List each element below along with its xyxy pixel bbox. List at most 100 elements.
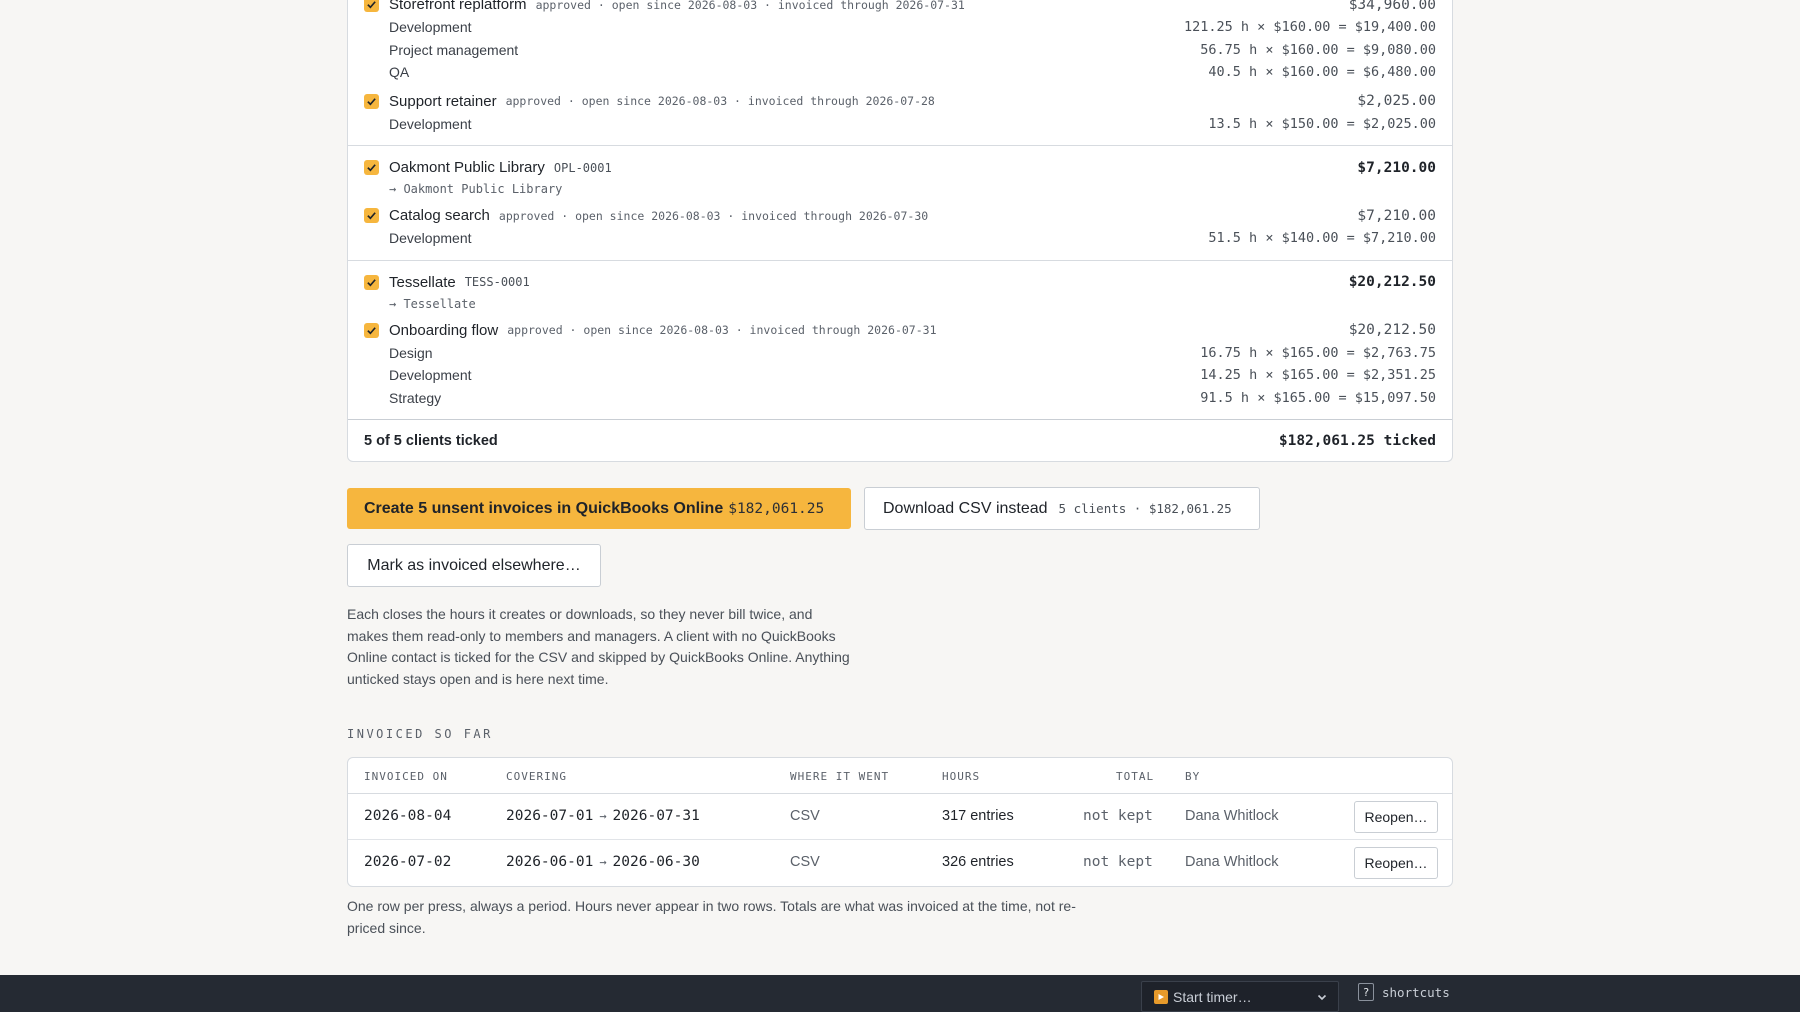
project-checkbox[interactable] [364, 93, 379, 109]
task-name: Design [389, 344, 433, 361]
ticked-total: $182,061.25 ticked [1278, 432, 1436, 449]
project-name: Support retainer [389, 92, 497, 110]
task-calc: 121.25 h × $160.00 = $19,400.00 [1184, 19, 1436, 36]
table-row: 2026-07-02 2026-06-01 → 2026-06-30 CSV 326… [348, 840, 1452, 886]
task-name: Development [389, 230, 472, 247]
client-group: Storefront replatform approved · open si… [348, 0, 1452, 146]
project-checkbox[interactable] [364, 0, 379, 12]
client-code: OPL-0001 [553, 160, 612, 175]
create-invoices-button[interactable]: Create 5 unsent invoices in QuickBooks O… [347, 488, 851, 529]
project-meta: approved · open since 2026-08-03 · invoi… [507, 323, 937, 337]
project-checkbox[interactable] [364, 208, 379, 223]
project-total: $7,210.00 [1357, 207, 1436, 224]
col-by: BY [1185, 770, 1201, 783]
by-cell: Dana Whitlock [1185, 808, 1279, 824]
task-calc: 56.75 h × $160.00 = $9,080.00 [1200, 41, 1436, 58]
client-row: Tessellate TESS-0001 $20,212.50 [364, 271, 1436, 294]
table-header: INVOICED ON COVERING WHERE IT WENT HOURS… [348, 758, 1452, 794]
col-covering: COVERING [506, 770, 567, 783]
project-row: Storefront replatform approved · open si… [364, 0, 1436, 16]
col-hours: HOURS [942, 770, 981, 783]
project-checkbox[interactable] [364, 322, 379, 338]
col-total: TOTAL [1116, 770, 1155, 783]
task-calc: 13.5 h × $150.00 = $2,025.00 [1208, 115, 1436, 132]
invoiced-on-cell: 2026-07-02 [364, 854, 452, 870]
task-row: Design 16.75 h × $165.00 = $2,763.75 [364, 342, 1436, 365]
page: Storefront replatform approved · open si… [0, 0, 1800, 1012]
check-icon [367, 326, 376, 334]
task-row: Project management 56.75 h × $160.00 = $… [364, 39, 1436, 62]
reopen-button[interactable]: Reopen… [1354, 847, 1438, 879]
project-name: Catalog search [389, 207, 490, 224]
covering-to: 2026-07-31 [612, 808, 700, 824]
task-calc: 40.5 h × $160.00 = $6,480.00 [1208, 64, 1436, 81]
total-cell: not kept [1083, 808, 1153, 824]
task-row: QA 40.5 h × $160.00 = $6,480.00 [364, 61, 1436, 84]
invoice-note: Each closes the hours it creates or down… [347, 606, 850, 687]
start-timer-label: Start timer… [1173, 988, 1252, 1005]
client-total: $20,212.50 [1348, 274, 1436, 290]
task-row: Strategy 91.5 h × $165.00 = $15,097.50 [364, 387, 1436, 410]
arrow-icon: → [599, 855, 607, 869]
shortcut-key: ? [1358, 983, 1374, 1001]
task-calc: 51.5 h × $140.00 = $7,210.00 [1208, 230, 1436, 247]
check-icon [367, 212, 376, 220]
covering-to: 2026-06-30 [612, 854, 700, 870]
covering-cell: 2026-06-01 → 2026-06-30 [506, 854, 700, 870]
task-calc: 91.5 h × $165.00 = $15,097.50 [1200, 389, 1436, 406]
chevron-down-icon [1317, 994, 1327, 1001]
client-total: $7,210.00 [1357, 159, 1436, 176]
client-row: Oakmont Public Library OPL-0001 $7,210.0… [364, 156, 1436, 179]
project-meta: approved · open since 2026-08-03 · invoi… [535, 0, 965, 12]
project-row: Catalog search approved · open since 202… [364, 204, 1436, 227]
task-row: Development 14.25 h × $165.00 = $2,351.2… [364, 364, 1436, 387]
invoiced-note: One row per press, always a period. Hour… [347, 898, 1076, 936]
invoiced-table: INVOICED ON COVERING WHERE IT WENT HOURS… [347, 757, 1453, 887]
client-code: TESS-0001 [464, 275, 530, 289]
task-row: Development 13.5 h × $150.00 = $2,025.00 [364, 113, 1436, 136]
mark-invoiced-button[interactable]: Mark as invoiced elsewhere… [347, 544, 601, 587]
where-cell: CSV [790, 808, 820, 824]
client-contact: → Tessellate [389, 296, 476, 311]
task-name: Strategy [389, 389, 442, 406]
client-checkbox[interactable] [364, 160, 379, 175]
project-meta: approved · open since 2026-08-03 · invoi… [505, 94, 935, 108]
task-calc: 14.25 h × $165.00 = $2,351.25 [1200, 367, 1436, 384]
client-list-card: Storefront replatform approved · open si… [347, 0, 1453, 462]
task-row: Development 121.25 h × $160.00 = $19,400… [364, 16, 1436, 39]
total-cell: not kept [1083, 854, 1153, 870]
client-name: Oakmont Public Library [389, 159, 545, 176]
by-cell: Dana Whitlock [1185, 854, 1279, 870]
client-group: Tessellate TESS-0001 $20,212.50 → Tessel… [348, 261, 1452, 420]
project-total: $2,025.00 [1357, 93, 1436, 109]
check-icon [367, 278, 376, 286]
client-name: Tessellate [389, 273, 456, 291]
covering-from: 2026-06-01 [506, 854, 594, 870]
project-total: $20,212.50 [1348, 322, 1436, 338]
download-csv-button[interactable]: Download CSV instead 5 clients · $182,06… [864, 487, 1260, 530]
covering-from: 2026-07-01 [506, 808, 594, 824]
create-invoices-label: Create 5 unsent invoices in QuickBooks O… [364, 499, 724, 517]
client-contact: → Oakmont Public Library [389, 182, 563, 196]
task-name: Development [389, 115, 472, 132]
download-csv-meta: 5 clients · $182,061.25 [1058, 501, 1232, 516]
col-where: WHERE IT WENT [790, 770, 890, 783]
shortcuts-link[interactable]: ? shortcuts [1358, 983, 1450, 1001]
col-invoiced-on: INVOICED ON [364, 770, 448, 783]
invoiced-on-cell: 2026-08-04 [364, 808, 452, 824]
covering-cell: 2026-07-01 → 2026-07-31 [506, 808, 700, 824]
project-meta: approved · open since 2026-08-03 · invoi… [498, 208, 929, 223]
check-icon [367, 164, 376, 172]
client-group: Oakmont Public Library OPL-0001 $7,210.0… [348, 146, 1452, 261]
task-name: Project management [389, 41, 519, 58]
client-checkbox[interactable] [364, 274, 379, 290]
task-row: Development 51.5 h × $140.00 = $7,210.00 [364, 227, 1436, 250]
hours-cell: 326 entries [942, 854, 1014, 870]
start-timer-select[interactable]: Start timer… [1141, 981, 1339, 1012]
check-icon [367, 97, 376, 105]
download-csv-label: Download CSV instead [883, 499, 1048, 517]
where-cell: CSV [790, 854, 820, 870]
table-row: 2026-08-04 2026-07-01 → 2026-07-31 CSV 317… [348, 794, 1452, 840]
ticked-summary: 5 of 5 clients ticked $182,061.25 ticked [348, 419, 1452, 461]
reopen-button[interactable]: Reopen… [1354, 801, 1438, 833]
